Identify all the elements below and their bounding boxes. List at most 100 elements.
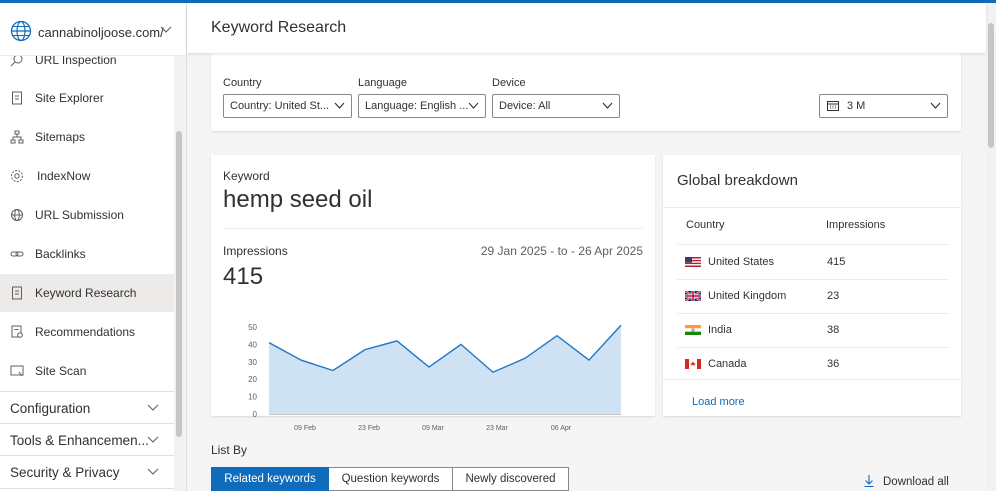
sidebar-item-recommendations[interactable]: Recommendations — [0, 313, 174, 351]
sidebar-item-site-explorer[interactable]: Site Explorer — [0, 79, 174, 117]
y-tick-label: 10 — [248, 393, 257, 402]
x-tick-label: 23 Feb — [358, 425, 380, 432]
sidebar-group-tools[interactable]: Tools & Enhancemen... — [0, 423, 174, 456]
country-name: India — [708, 324, 732, 336]
load-more-link[interactable]: Load more — [692, 396, 745, 408]
document-icon — [12, 286, 22, 300]
sitemap-icon — [10, 130, 24, 144]
device-dropdown[interactable]: Device: All — [492, 94, 620, 118]
list-by-label: List By — [211, 443, 248, 457]
main-scrollbar-thumb[interactable] — [988, 23, 994, 148]
table-row: India 38 — [677, 313, 949, 348]
sidebar-item-label: URL Submission — [35, 208, 124, 222]
country-impressions: 23 — [827, 290, 840, 302]
x-tick-label: 09 Mar — [422, 425, 444, 432]
country-name: Canada — [708, 358, 747, 370]
date-range-dropdown[interactable]: 3 M — [819, 94, 948, 118]
us-flag-icon — [685, 257, 701, 267]
impressions-chart: 50 40 30 20 10 0 09 Feb 23 Feb 09 Mar 23 Mar 06 Ap… — [248, 323, 622, 432]
date-range-value: 3 M — [847, 100, 866, 112]
country-impressions: 36 — [827, 358, 840, 370]
country-label: Country — [223, 77, 262, 89]
chevron-down-icon — [602, 102, 613, 109]
global-breakdown-card: Global breakdown Country Impressions Uni… — [663, 155, 961, 416]
x-tick-label: 09 Feb — [294, 425, 316, 432]
tab-newly-discovered[interactable]: Newly discovered — [453, 467, 569, 491]
language-dropdown[interactable]: Language: English ... — [358, 94, 486, 118]
sidebar-item-label: Sitemaps — [35, 130, 86, 144]
table-row: United Kingdom 23 — [677, 279, 949, 314]
page-header: Keyword Research — [187, 3, 986, 53]
x-tick-label: 06 Apr — [551, 425, 572, 432]
keyword-card: Keyword hemp seed oil Impressions 29 Jan… — [211, 155, 655, 432]
sidebar-item-label: Site Explorer — [35, 91, 104, 105]
list-tabs: Related keywords Question keywords Newly… — [211, 467, 569, 491]
sidebar-item-url-submission[interactable]: URL Submission — [0, 196, 174, 234]
scan-icon — [10, 365, 24, 377]
sidebar-item-site-scan[interactable]: Site Scan — [0, 352, 174, 390]
chevron-down-icon — [147, 404, 159, 411]
site-name: cannabinoljoose.com/ — [38, 25, 164, 40]
language-label: Language — [358, 77, 407, 89]
table-row: United States 415 — [677, 245, 949, 280]
country-name: United Kingdom — [708, 290, 787, 302]
page-title: Keyword Research — [211, 19, 347, 36]
sidebar-item-keyword-research[interactable]: Keyword Research — [0, 274, 174, 312]
chevron-down-icon — [334, 102, 345, 109]
site-selector[interactable]: cannabinoljoose.com/ — [0, 3, 186, 56]
sidebar-scrollbar-thumb[interactable] — [176, 131, 182, 437]
sidebar-group-label: Security & Privacy — [10, 465, 120, 480]
chevron-down-icon — [930, 102, 941, 109]
global-breakdown-title: Global breakdown — [677, 172, 798, 189]
canada-flag-icon — [685, 359, 701, 369]
device-dropdown-value: Device: All — [499, 100, 551, 112]
sidebar: URL Inspection Site Explorer Sitemaps In… — [0, 3, 187, 491]
country-dropdown-value: Country: United St... — [230, 100, 330, 112]
chevron-down-icon — [468, 102, 479, 109]
sidebar-item-label: Site Scan — [35, 364, 87, 378]
tab-related-keywords[interactable]: Related keywords — [211, 467, 329, 491]
main-scrollbar[interactable] — [986, 3, 996, 491]
india-flag-icon — [685, 325, 701, 335]
filters-card: Country Country: United St... Language L… — [211, 53, 961, 131]
language-dropdown-value: Language: English ... — [365, 100, 469, 112]
sidebar-item-label: Keyword Research — [35, 286, 137, 300]
uk-flag-icon — [685, 291, 701, 301]
device-label: Device — [492, 77, 526, 89]
sidebar-group-security[interactable]: Security & Privacy — [0, 455, 174, 489]
globe-icon — [11, 209, 23, 221]
y-tick-label: 0 — [253, 410, 258, 419]
sidebar-item-label: IndexNow — [37, 169, 91, 183]
download-all-label: Download all — [883, 476, 949, 488]
sidebar-item-indexnow[interactable]: IndexNow — [0, 157, 174, 195]
link-icon — [10, 251, 24, 257]
chevron-down-icon — [147, 468, 159, 475]
sidebar-item-label: Recommendations — [35, 325, 136, 339]
table-header-row — [677, 211, 949, 245]
tab-question-keywords[interactable]: Question keywords — [329, 467, 453, 491]
divider — [663, 207, 961, 208]
country-name: United States — [708, 256, 775, 268]
y-tick-label: 50 — [248, 323, 257, 332]
calendar-icon — [827, 101, 839, 111]
chevron-down-icon — [147, 436, 159, 443]
country-impressions: 38 — [827, 324, 840, 336]
sidebar-group-label: Tools & Enhancemen... — [10, 433, 149, 448]
sidebar-group-label: Configuration — [10, 401, 91, 416]
country-dropdown[interactable]: Country: United St... — [223, 94, 352, 118]
table-row: Canada 36 — [677, 347, 949, 381]
sidebar-item-sitemaps[interactable]: Sitemaps — [0, 118, 174, 156]
x-tick-label: 23 Mar — [486, 425, 508, 432]
y-tick-label: 20 — [248, 375, 257, 384]
y-tick-label: 30 — [248, 358, 257, 367]
report-icon — [11, 325, 23, 338]
globe-icon — [10, 20, 32, 42]
country-impressions: 415 — [827, 256, 846, 268]
divider — [663, 379, 961, 380]
impressions-area — [269, 325, 621, 414]
document-icon — [12, 91, 22, 105]
download-icon — [864, 475, 874, 487]
sidebar-item-backlinks[interactable]: Backlinks — [0, 235, 174, 273]
gear-icon — [11, 170, 23, 182]
sidebar-group-configuration[interactable]: Configuration — [0, 391, 174, 424]
